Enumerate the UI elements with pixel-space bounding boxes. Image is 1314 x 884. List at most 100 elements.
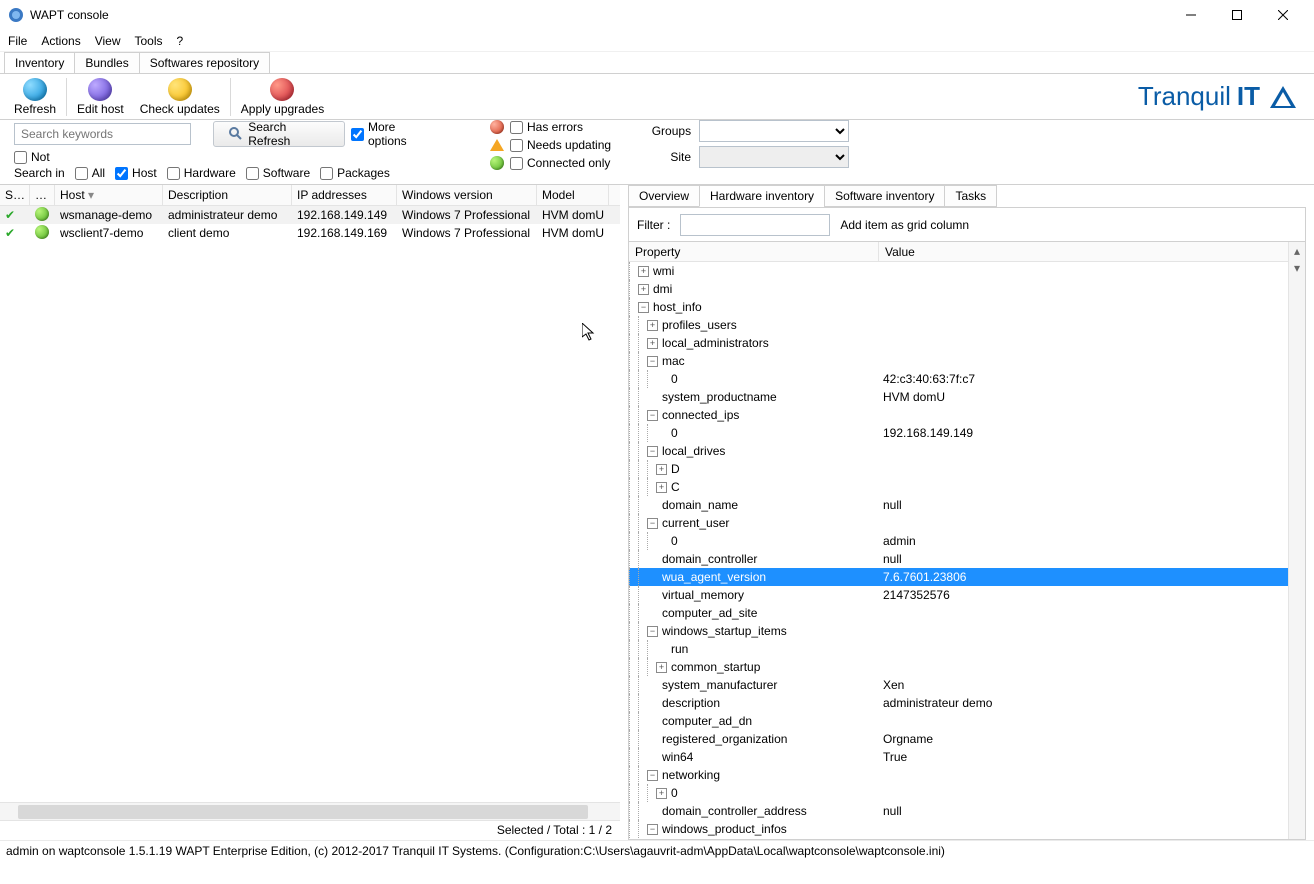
tree-row[interactable]: 0192.168.149.149 bbox=[629, 424, 1288, 442]
col-windows[interactable]: Windows version bbox=[397, 185, 537, 205]
tree-row[interactable]: +C bbox=[629, 478, 1288, 496]
expand-icon[interactable]: + bbox=[656, 788, 667, 799]
tree-row[interactable]: domain_controller_addressnull bbox=[629, 802, 1288, 820]
collapse-icon[interactable]: − bbox=[647, 824, 658, 835]
col-desc[interactable]: Description bbox=[163, 185, 292, 205]
collapse-icon[interactable]: − bbox=[647, 446, 658, 457]
tree-row[interactable]: −connected_ips bbox=[629, 406, 1288, 424]
tree-row[interactable]: −current_user bbox=[629, 514, 1288, 532]
groups-select[interactable] bbox=[699, 120, 849, 142]
expand-icon[interactable]: + bbox=[656, 662, 667, 673]
tab-softwares-repository[interactable]: Softwares repository bbox=[139, 52, 270, 73]
maximize-button[interactable] bbox=[1214, 0, 1260, 30]
table-row[interactable]: ✔wsmanage-demoadministrateur demo192.168… bbox=[0, 206, 620, 224]
tab-hardware-inventory[interactable]: Hardware inventory bbox=[699, 185, 825, 207]
collapse-icon[interactable]: − bbox=[647, 410, 658, 421]
tree-row[interactable]: +D bbox=[629, 460, 1288, 478]
tree-row[interactable]: system_manufacturerXen bbox=[629, 676, 1288, 694]
grid-horizontal-scrollbar[interactable] bbox=[0, 802, 620, 820]
expand-icon[interactable]: + bbox=[647, 338, 658, 349]
apply-upgrades-button[interactable]: Apply upgrades bbox=[233, 76, 332, 118]
searchin-hardware[interactable]: Hardware bbox=[167, 166, 236, 180]
connected-only-checkbox[interactable]: Connected only bbox=[510, 156, 610, 170]
tree-row[interactable]: −windows_product_infos bbox=[629, 820, 1288, 838]
tree-row[interactable]: +local_administrators bbox=[629, 334, 1288, 352]
tree-row[interactable]: −windows_startup_items bbox=[629, 622, 1288, 640]
tree-row[interactable]: computer_ad_dn bbox=[629, 712, 1288, 730]
site-select[interactable] bbox=[699, 146, 849, 168]
tree-row[interactable]: run bbox=[629, 640, 1288, 658]
tree-row[interactable]: wua_agent_version7.6.7601.23806 bbox=[629, 568, 1288, 586]
more-options-checkbox[interactable]: More options bbox=[351, 120, 436, 148]
collapse-icon[interactable]: − bbox=[638, 302, 649, 313]
add-grid-column-button[interactable]: Add item as grid column bbox=[840, 218, 969, 232]
tree-row[interactable]: −networking bbox=[629, 766, 1288, 784]
tab-overview[interactable]: Overview bbox=[628, 185, 700, 207]
col-host[interactable]: Host ▾ bbox=[55, 185, 163, 205]
tree-row[interactable]: +wmi bbox=[629, 262, 1288, 280]
expand-icon[interactable]: + bbox=[656, 464, 667, 475]
tree-row[interactable]: −host_info bbox=[629, 298, 1288, 316]
scroll-up-icon[interactable]: ▴ bbox=[1289, 242, 1305, 259]
tab-software-inventory[interactable]: Software inventory bbox=[824, 185, 945, 207]
tree-row[interactable]: −mac bbox=[629, 352, 1288, 370]
table-row[interactable]: ✔wsclient7-democlient demo192.168.149.16… bbox=[0, 224, 620, 242]
tree-row[interactable]: registered_organizationOrgname bbox=[629, 730, 1288, 748]
tree-col-value[interactable]: Value bbox=[879, 242, 921, 261]
needs-updating-checkbox[interactable]: Needs updating bbox=[510, 138, 611, 152]
tree-row[interactable]: −local_drives bbox=[629, 442, 1288, 460]
collapse-icon[interactable]: − bbox=[647, 770, 658, 781]
searchin-software[interactable]: Software bbox=[246, 166, 310, 180]
close-button[interactable] bbox=[1260, 0, 1306, 30]
tab-inventory[interactable]: Inventory bbox=[4, 52, 75, 73]
menu-help[interactable]: ? bbox=[177, 34, 184, 48]
tree-row[interactable]: virtual_memory2147352576 bbox=[629, 586, 1288, 604]
tree-row[interactable]: +common_startup bbox=[629, 658, 1288, 676]
searchin-all[interactable]: All bbox=[75, 166, 105, 180]
col-model[interactable]: Model bbox=[537, 185, 609, 205]
expand-icon[interactable]: + bbox=[638, 266, 649, 277]
check-updates-button[interactable]: Check updates bbox=[132, 76, 228, 118]
search-input[interactable] bbox=[14, 123, 191, 145]
col-status[interactable]: S… bbox=[0, 185, 30, 205]
tree-row[interactable]: computer_ad_site bbox=[629, 604, 1288, 622]
tree-row[interactable]: 042:c3:40:63:7f:c7 bbox=[629, 370, 1288, 388]
has-errors-checkbox[interactable]: Has errors bbox=[510, 120, 583, 134]
tree-row[interactable]: system_productnameHVM domU bbox=[629, 388, 1288, 406]
tree-vertical-scrollbar[interactable]: ▴ ▾ bbox=[1288, 242, 1305, 839]
expand-icon[interactable]: + bbox=[656, 482, 667, 493]
minimize-button[interactable] bbox=[1168, 0, 1214, 30]
tree-col-property[interactable]: Property bbox=[629, 242, 879, 261]
searchin-packages[interactable]: Packages bbox=[320, 166, 390, 180]
collapse-icon[interactable]: − bbox=[647, 518, 658, 529]
property-tree[interactable]: Property Value +wmi+dmi−host_info+profil… bbox=[629, 242, 1288, 839]
edit-host-button[interactable]: Edit host bbox=[69, 76, 132, 118]
tree-row[interactable]: win64True bbox=[629, 748, 1288, 766]
tree-row[interactable]: 0admin bbox=[629, 532, 1288, 550]
filter-input[interactable] bbox=[680, 214, 830, 236]
not-checkbox[interactable]: Not bbox=[14, 150, 50, 164]
tree-row[interactable]: domain_namenull bbox=[629, 496, 1288, 514]
tree-row[interactable]: descriptionadministrateur demo bbox=[629, 694, 1288, 712]
menu-actions[interactable]: Actions bbox=[41, 34, 80, 48]
scroll-down-icon[interactable]: ▾ bbox=[1289, 259, 1305, 276]
tab-tasks[interactable]: Tasks bbox=[944, 185, 997, 207]
tree-row[interactable]: +profiles_users bbox=[629, 316, 1288, 334]
menu-view[interactable]: View bbox=[95, 34, 121, 48]
apply-upgrades-label: Apply upgrades bbox=[241, 102, 324, 116]
refresh-button[interactable]: Refresh bbox=[6, 76, 64, 118]
expand-icon[interactable]: + bbox=[638, 284, 649, 295]
tree-row[interactable]: domain_controllernull bbox=[629, 550, 1288, 568]
collapse-icon[interactable]: − bbox=[647, 356, 658, 367]
tree-row[interactable]: +0 bbox=[629, 784, 1288, 802]
col-ip[interactable]: IP addresses bbox=[292, 185, 397, 205]
search-refresh-button[interactable]: Search Refresh bbox=[213, 121, 345, 147]
tree-row[interactable]: +dmi bbox=[629, 280, 1288, 298]
col-reach[interactable]: … bbox=[30, 185, 55, 205]
searchin-host[interactable]: Host bbox=[115, 166, 157, 180]
menu-file[interactable]: File bbox=[8, 34, 27, 48]
tab-bundles[interactable]: Bundles bbox=[74, 52, 139, 73]
expand-icon[interactable]: + bbox=[647, 320, 658, 331]
menu-tools[interactable]: Tools bbox=[135, 34, 163, 48]
collapse-icon[interactable]: − bbox=[647, 626, 658, 637]
